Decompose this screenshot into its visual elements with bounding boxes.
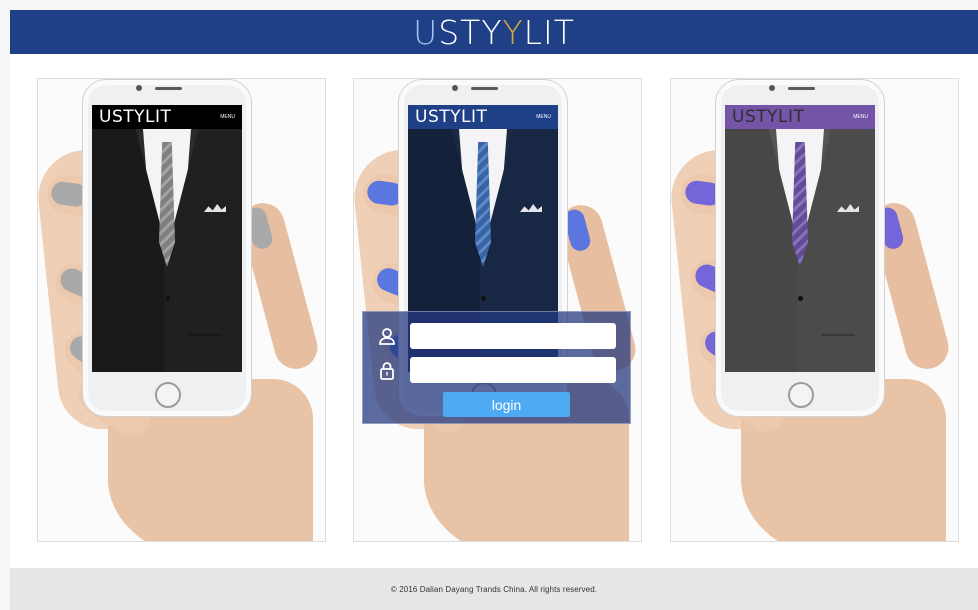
black-suit-image (92, 129, 242, 372)
mini-ustylit-logo: USTYLIT (732, 107, 805, 127)
camera-icon (136, 85, 142, 91)
jacket-button (165, 296, 170, 301)
login-form: login (362, 311, 631, 424)
page-footer: © 2016 Dalian Dayang Trands China. All r… (10, 568, 978, 610)
username-input[interactable] (410, 323, 616, 349)
jacket-button (481, 296, 486, 301)
phone: USTYLIT MENU (715, 79, 885, 417)
logo-letter-y: Y (502, 12, 524, 52)
mini-app-header: USTYLIT MENU (92, 105, 242, 129)
home-button (155, 382, 181, 408)
password-input[interactable] (410, 357, 616, 383)
main-showcase: USTYLIT MENU USTYLIT MENU login USTYLIT … (10, 54, 978, 568)
password-row (377, 357, 616, 383)
pocket-flap (821, 334, 855, 336)
top-header: USTYYLIT (10, 10, 978, 54)
logo-lit: LIT (523, 12, 575, 52)
mini-ustylit-logo: USTYLIT (415, 107, 488, 127)
phone: USTYLIT MENU (82, 79, 252, 417)
logo-sty: STY (438, 12, 503, 52)
phone-screen: USTYLIT MENU (725, 105, 875, 372)
pocket-flap (188, 334, 222, 336)
jacket-button (798, 296, 803, 301)
username-row (377, 323, 616, 349)
logo-letter-u: U (413, 12, 439, 52)
speaker (471, 87, 498, 90)
login-button[interactable]: login (443, 392, 570, 417)
menu-button[interactable]: MENU (220, 114, 235, 120)
copyright-text: © 2016 Dalian Dayang Trands China. All r… (390, 584, 598, 594)
lock-icon (377, 360, 397, 380)
mini-app-header: USTYLIT MENU (408, 105, 558, 129)
camera-icon (452, 85, 458, 91)
navy-suit-login-panel: USTYLIT MENU login (353, 78, 642, 542)
gray-suit-image (725, 129, 875, 372)
black-suit-panel: USTYLIT MENU (37, 78, 326, 542)
user-icon (377, 326, 397, 346)
home-button (788, 382, 814, 408)
phone-screen: USTYLIT MENU (92, 105, 242, 372)
camera-icon (769, 85, 775, 91)
gray-suit-panel: USTYLIT MENU (670, 78, 959, 542)
ustylit-logo: USTYYLIT (413, 16, 575, 49)
menu-button[interactable]: MENU (853, 114, 868, 120)
mini-ustylit-logo: USTYLIT (99, 107, 172, 127)
mini-app-header: USTYLIT MENU (725, 105, 875, 129)
menu-button[interactable]: MENU (536, 114, 551, 120)
speaker (155, 87, 182, 90)
page: USTYYLIT USTYLIT MENU USTYLIT MENU login… (0, 0, 978, 610)
speaker (788, 87, 815, 90)
